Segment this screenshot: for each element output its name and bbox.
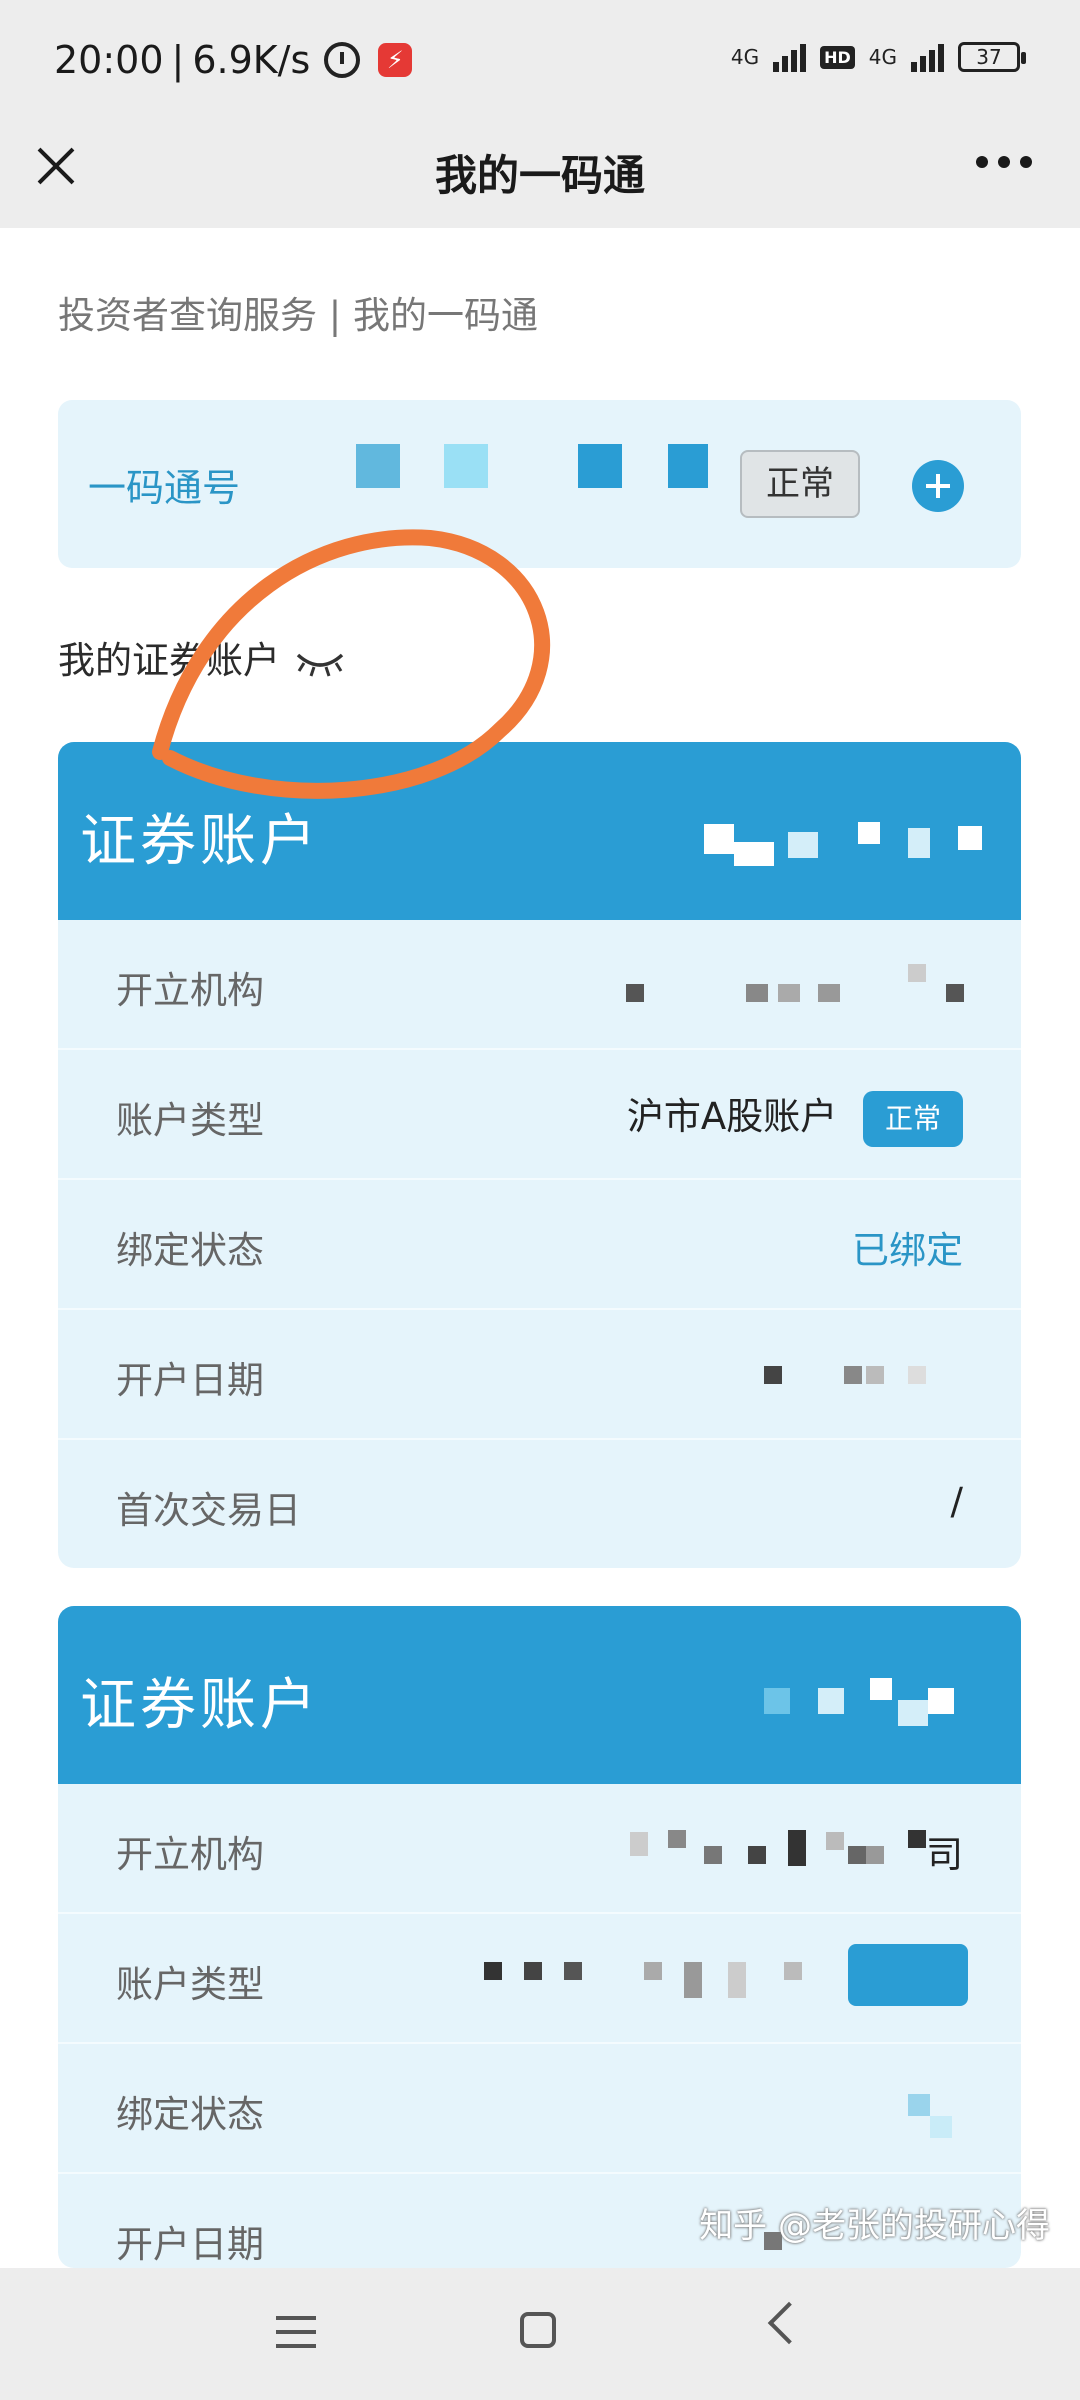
row-label: 账户类型 — [116, 1099, 264, 1142]
masked-pixel — [734, 842, 774, 866]
masked-pixel — [946, 984, 964, 1002]
back-icon[interactable] — [767, 2301, 811, 2345]
masked-pixel — [644, 1962, 662, 1980]
battery-icon: 37 — [958, 42, 1026, 72]
row-label: 开立机构 — [116, 1833, 264, 1876]
masked-code-block — [356, 444, 400, 488]
account-status-badge: 正常 — [862, 1090, 963, 1147]
row-label: 绑定状态 — [116, 2093, 264, 2136]
status-bar: 20:00 | 6.9K/s ⚡ 4G HD 4G 37 — [0, 0, 1080, 120]
masked-pixel — [928, 1688, 954, 1714]
account-row: 账户类型 沪市A股账户 正常 — [58, 1050, 1021, 1180]
annotation-circle — [152, 529, 551, 799]
account-type-value: 沪市A股账户 — [626, 1095, 838, 1138]
masked-pixel — [746, 984, 768, 1002]
masked-pixel — [930, 2116, 952, 2138]
account-row: 账户类型 — [58, 1914, 1021, 2044]
row-label: 开户日期 — [116, 1359, 264, 1402]
code-label: 一码通号 — [88, 466, 241, 510]
masked-pixel — [866, 1846, 884, 1864]
status-network-speed: 6.9K/s — [192, 38, 311, 82]
masked-pixel — [704, 824, 734, 854]
row-label: 开户日期 — [116, 2223, 264, 2266]
masked-code-block — [578, 444, 622, 488]
bottom-nav-bar — [0, 2268, 1080, 2400]
account-row: 开立机构 司 — [58, 1784, 1021, 1914]
row-label: 开立机构 — [116, 969, 264, 1012]
status-separator: | — [171, 38, 185, 82]
masked-pixel — [784, 1962, 802, 1980]
masked-pixel — [728, 1962, 746, 1998]
masked-pixel — [684, 1962, 702, 1998]
masked-pixel — [844, 1366, 862, 1384]
masked-pixel — [788, 832, 818, 858]
row-value: / — [950, 1480, 963, 1523]
alarm-icon — [324, 42, 361, 78]
masked-pixel — [764, 1688, 790, 1714]
account-row: 开立机构 — [58, 920, 1021, 1050]
masked-pixel — [818, 1688, 844, 1714]
masked-pixel — [848, 1846, 866, 1864]
code-status-badge: 正常 — [740, 450, 860, 518]
masked-pixel — [908, 2094, 930, 2116]
masked-pixel — [818, 984, 840, 1002]
status-right: 4G HD 4G 37 — [730, 42, 1026, 72]
masked-pixel — [898, 1700, 928, 1726]
more-options-icon[interactable] — [976, 156, 1032, 168]
row-label: 绑定状态 — [116, 1229, 264, 1272]
masked-pixel — [858, 822, 880, 844]
masked-pixel — [908, 964, 926, 982]
account-row: 绑定状态 已绑定 — [58, 1180, 1021, 1310]
menu-icon[interactable] — [276, 2316, 316, 2358]
masked-pixel — [626, 984, 644, 1002]
account-row: 首次交易日 / — [58, 1440, 1021, 1568]
account-header-title: 证券账户 — [80, 1673, 320, 1738]
masked-pixel — [748, 1846, 766, 1864]
account-card: 证券账户 开立机构 账户类型 沪市A股账户 正常 绑定状态 已绑定 开户日期 首… — [58, 742, 1021, 1568]
masked-pixel — [704, 1846, 722, 1864]
masked-pixel — [764, 1366, 782, 1384]
masked-pixel — [778, 984, 800, 1002]
status-time: 20:00 — [54, 38, 164, 82]
masked-pixel — [870, 1678, 892, 1700]
masked-pixel — [908, 1366, 926, 1384]
masked-pixel — [630, 1832, 648, 1856]
add-button[interactable] — [912, 460, 964, 512]
signal-1-icon — [773, 42, 807, 72]
status-left: 20:00 | 6.9K/s ⚡ — [54, 38, 413, 82]
masked-pixel — [908, 1830, 926, 1848]
masked-pixel — [826, 1832, 844, 1850]
signal-2-label: 4G — [868, 45, 897, 69]
signal-2-icon — [911, 42, 944, 72]
breadcrumb: 投资者查询服务 | 我的一码通 — [58, 294, 538, 337]
masked-pixel — [788, 1830, 806, 1866]
row-label: 首次交易日 — [116, 1489, 301, 1532]
app-notification-icon: ⚡ — [378, 43, 413, 77]
binding-status-value: 已绑定 — [852, 1229, 963, 1272]
row-value: 沪市A股账户 正常 — [627, 1086, 963, 1147]
account-row: 开户日期 — [58, 1310, 1021, 1440]
home-icon[interactable] — [520, 2312, 556, 2348]
row-label: 账户类型 — [116, 1963, 264, 2006]
masked-code-block — [668, 444, 708, 488]
masked-pixel — [908, 828, 930, 858]
masked-pixel — [484, 1962, 502, 1980]
account-row: 绑定状态 — [58, 2044, 1021, 2174]
nav-bar: 我的一码通 — [0, 120, 1080, 228]
masked-pixel — [524, 1962, 542, 1980]
account-header: 证券账户 — [58, 1606, 1021, 1784]
hd-badge: HD — [820, 45, 855, 69]
masked-pixel — [866, 1366, 884, 1384]
watermark: 知乎 @老张的投研心得 — [699, 2206, 1050, 2246]
masked-code-block — [444, 444, 488, 488]
account-card: 证券账户 开立机构 司 账户类型 绑定状态 开户日期 — [58, 1606, 1021, 2268]
masked-pixel — [564, 1962, 582, 1980]
signal-1-label: 4G — [730, 45, 760, 69]
page-title: 我的一码通 — [434, 151, 645, 200]
masked-pixel — [958, 826, 982, 850]
masked-pixel — [848, 1944, 968, 2006]
row-value: 司 — [926, 1833, 963, 1876]
masked-pixel — [668, 1830, 686, 1848]
